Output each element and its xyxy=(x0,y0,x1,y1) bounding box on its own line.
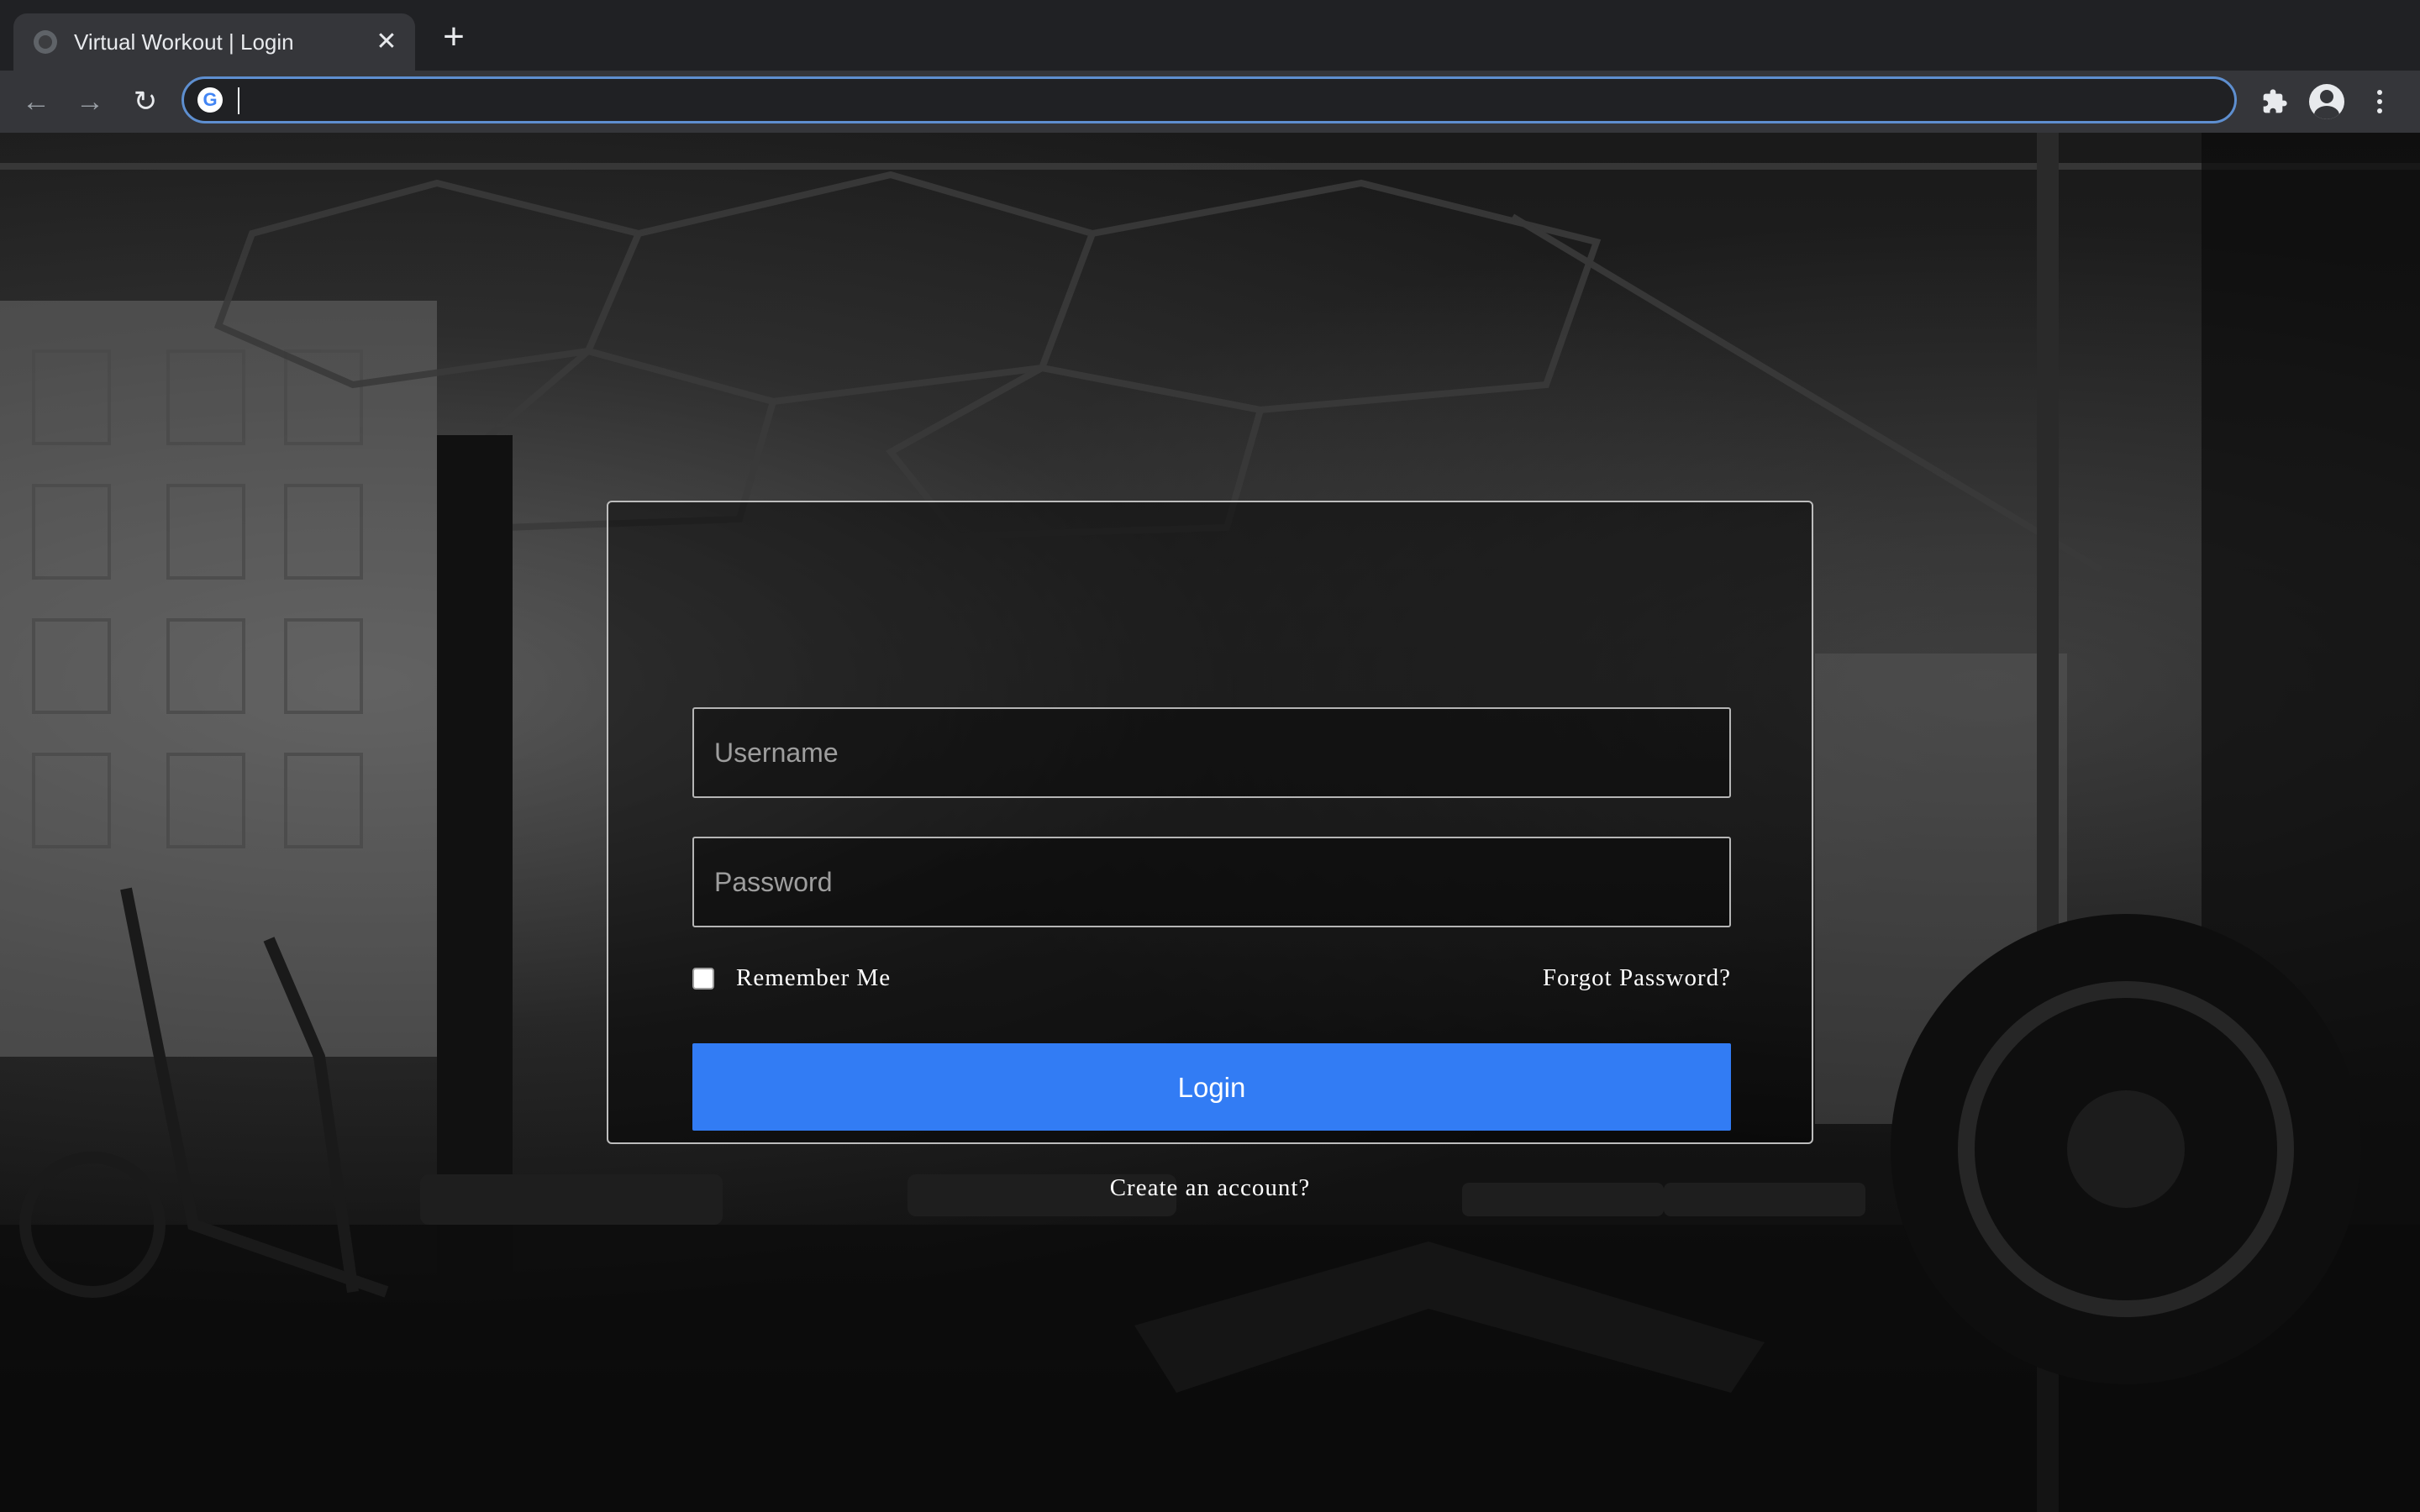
login-button[interactable]: Login xyxy=(692,1043,1731,1131)
more-vert-icon[interactable] xyxy=(2363,81,2396,123)
login-card: Remember Me Forgot Password? Login Creat… xyxy=(607,501,1813,1201)
reload-icon[interactable]: ↻ xyxy=(124,81,166,123)
google-icon: G xyxy=(197,87,223,113)
close-icon[interactable]: ✕ xyxy=(370,25,403,59)
arrow-left-icon[interactable]: ← xyxy=(15,81,57,123)
create-account-link[interactable]: Create an account? xyxy=(608,1174,1812,1202)
browser-tab-strip: Virtual Workout | Login ✕ + xyxy=(0,0,2420,71)
password-input[interactable] xyxy=(692,837,1731,927)
arrow-right-icon[interactable]: → xyxy=(69,81,111,123)
page-viewport: Remember Me Forgot Password? Login Creat… xyxy=(0,133,2420,1512)
forgot-password-link[interactable]: Forgot Password? xyxy=(1543,964,1731,992)
remember-me-checkbox[interactable] xyxy=(692,968,714,990)
browser-toolbar: ← → ↻ G xyxy=(0,71,2420,133)
username-input[interactable] xyxy=(692,707,1731,798)
account-icon[interactable] xyxy=(2309,84,2344,119)
globe-icon xyxy=(34,30,57,54)
login-options-row: Remember Me Forgot Password? xyxy=(692,963,1731,996)
remember-me-label[interactable]: Remember Me xyxy=(736,964,891,992)
text-caret xyxy=(238,87,239,114)
tab-title: Virtual Workout | Login xyxy=(74,29,294,55)
puzzle-icon[interactable] xyxy=(2254,81,2296,123)
browser-tab[interactable]: Virtual Workout | Login ✕ xyxy=(13,13,415,71)
address-bar[interactable]: G xyxy=(182,76,2237,123)
plus-icon[interactable]: + xyxy=(434,18,474,59)
